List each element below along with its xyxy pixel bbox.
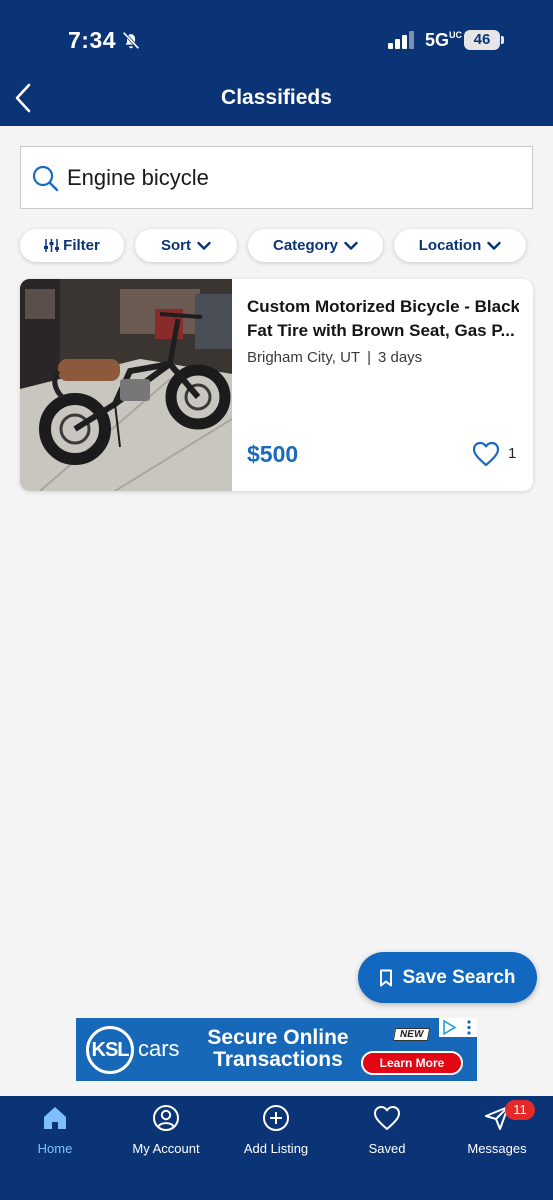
sort-chip-label: Sort [161,237,191,254]
listing-price: $500 [247,441,299,467]
chevron-down-icon [487,241,501,250]
nav-home-label: Home [37,1141,73,1156]
battery-level: 46 [464,30,500,50]
nav-messages[interactable]: Messages [442,1096,552,1176]
heart-icon [374,1106,400,1130]
favorite-count: 1 [508,445,517,462]
search-bar[interactable] [20,146,533,209]
chevron-down-icon [344,241,358,250]
nav-saved[interactable]: Saved [332,1096,442,1176]
ad-logo: KSL [86,1026,134,1074]
ad-choices-icon[interactable] [439,1018,477,1037]
save-search-label: Save Search [402,966,516,988]
ad-new-tag: NEW [392,1028,431,1041]
location-chip[interactable]: Location [394,229,526,262]
nav-add-listing-label: Add Listing [243,1141,309,1156]
bottom-nav: Home My Account Add Listing Saved Messag… [0,1096,553,1200]
nav-messages-label: Messages [467,1141,527,1156]
status-time: 7:34 [68,27,117,53]
save-search-button[interactable]: Save Search [358,952,537,1003]
listing-title-line1: Custom Motorized Bicycle - Black [247,297,519,316]
motorized-bicycle-photo [20,279,232,491]
ad-headline-line2: Transactions [213,1048,343,1071]
filter-chip-label: Filter [63,237,100,254]
search-icon [32,165,59,191]
nav-home[interactable]: Home [0,1096,110,1176]
ad-banner[interactable]: KSL cars Secure Online Transactions NEW … [76,1018,477,1081]
meta-separator: | [367,349,371,366]
ad-learn-more-button[interactable]: Learn More [361,1051,463,1075]
ad-headline-line1: Secure Online [207,1026,349,1049]
category-chip-label: Category [272,237,339,254]
sort-chip[interactable]: Sort [135,229,237,262]
nav-add-listing[interactable]: Add Listing [221,1096,331,1176]
listing-meta: Brigham City, UT | 3 days [247,349,422,366]
sliders-icon [44,239,60,252]
heart-icon[interactable] [472,441,500,467]
bell-slash-icon [122,31,140,50]
listing-location: Brigham City, UT [247,349,361,366]
location-chip-label: Location [418,237,482,254]
listing-age: 3 days [377,349,423,366]
ad-brand: cars [138,1036,180,1061]
category-chip[interactable]: Category [248,229,383,262]
listing-title: Custom Motorized Bicycle - Black Fat Tir… [247,295,519,343]
page-title: Classifieds [221,86,332,109]
search-input[interactable] [67,164,487,191]
battery-icon: 46 [464,30,504,50]
network-label: 5GUC [425,30,463,50]
listing-title-line2: Fat Tire with Brown Seat, Gas P... [247,321,515,340]
signal-icon [388,31,414,49]
home-icon [44,1107,66,1129]
nav-saved-label: Saved [368,1141,406,1156]
ad-headline: Secure Online Transactions [198,1027,358,1071]
nav-my-account-label: My Account [132,1141,200,1156]
chevron-down-icon [197,241,211,250]
user-icon [153,1105,179,1131]
bookmark-icon [380,969,393,986]
filter-chip[interactable]: Filter [20,229,124,262]
listing-card[interactable]: Custom Motorized Bicycle - Black Fat Tir… [20,279,533,491]
nav-my-account[interactable]: My Account [111,1096,221,1176]
app-header: 7:34 5GUC 46 Classifieds [0,0,553,126]
messages-badge: 11 [505,1100,535,1120]
plus-circle-icon [263,1105,289,1131]
